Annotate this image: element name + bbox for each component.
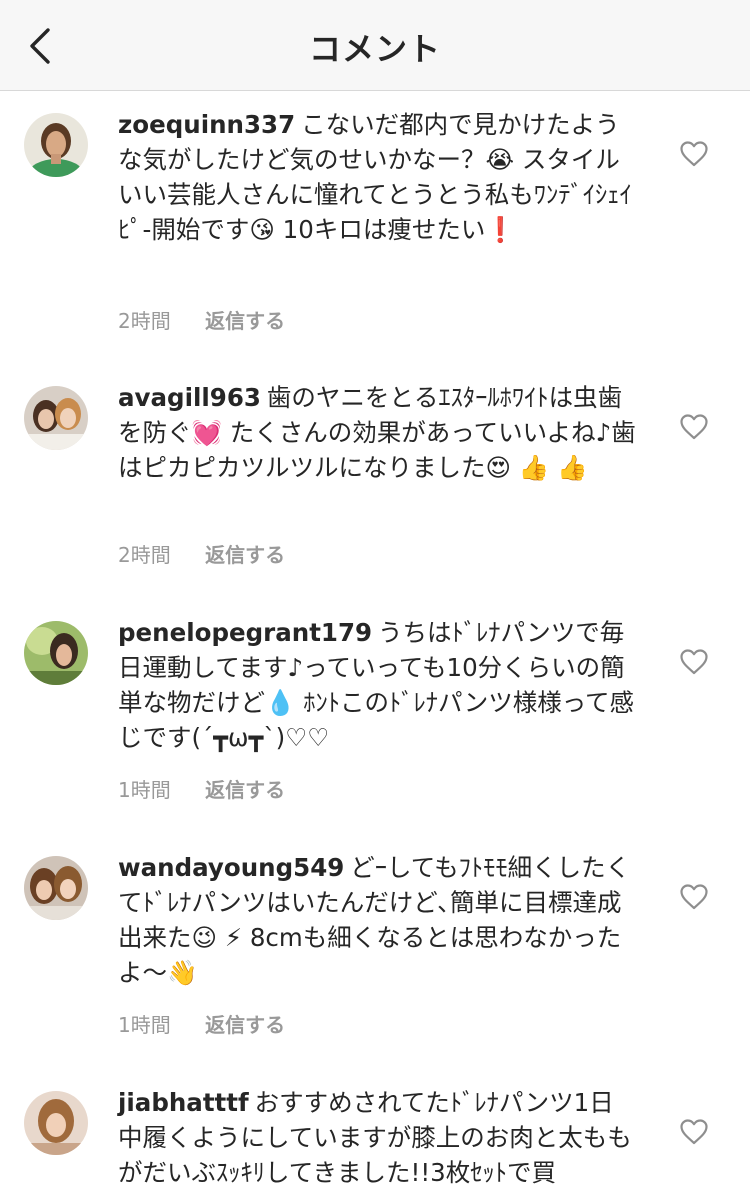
comment-item: zoequinn337 こないだ都内で見かけたような気がしたけど気のせいかなー？😭… [0, 91, 750, 351]
heart-icon[interactable] [680, 649, 708, 675]
comment-time: 2時間 [118, 543, 171, 567]
comment-meta: 1時間 返信する [118, 1009, 285, 1038]
comment-body: wandayoung549 どｰしてもﾌﾄﾓﾓ細くしたくてﾄﾞﾚﾅパンツはいたんだ… [118, 850, 638, 990]
comment-username[interactable]: zoequinn337 [118, 110, 295, 139]
comment-username[interactable]: jiabhatttf [118, 1088, 249, 1117]
avatar[interactable] [24, 856, 88, 920]
comment-body: jiabhatttf おすすめされてたﾄﾞﾚﾅパンツ1日中履くようにしていますが膝… [118, 1085, 638, 1187]
heart-icon[interactable] [680, 1119, 708, 1145]
reply-button[interactable]: 返信する [205, 774, 285, 803]
comment-username[interactable]: avagill963 [118, 383, 261, 412]
comment-time: 1時間 [118, 778, 171, 802]
comment-meta: 1時間 返信する [118, 774, 285, 803]
heart-icon[interactable] [680, 414, 708, 440]
comment-time: 2時間 [118, 309, 171, 333]
heart-icon[interactable] [680, 884, 708, 910]
comment-item: jiabhatttf おすすめされてたﾄﾞﾚﾅパンツ1日中履くようにしていますが膝… [0, 1069, 750, 1187]
comment-item: penelopegrant179 うちはﾄﾞﾚﾅパンツで毎日運動してます♪っていっ… [0, 599, 750, 821]
comment-body: zoequinn337 こないだ都内で見かけたような気がしたけど気のせいかなー？😭… [118, 107, 638, 247]
reply-button[interactable]: 返信する [205, 539, 285, 568]
comment-time: 1時間 [118, 1013, 171, 1037]
comment-body: penelopegrant179 うちはﾄﾞﾚﾅパンツで毎日運動してます♪っていっ… [118, 615, 638, 755]
avatar[interactable] [24, 386, 88, 450]
avatar[interactable] [24, 1091, 88, 1155]
page-title: コメント [308, 30, 441, 68]
reply-button[interactable]: 返信する [205, 305, 285, 334]
comment-meta: 2時間 返信する [118, 539, 285, 568]
avatar[interactable] [24, 113, 88, 177]
avatar[interactable] [24, 621, 88, 685]
comment-item: wandayoung549 どｰしてもﾌﾄﾓﾓ細くしたくてﾄﾞﾚﾅパンツはいたんだ… [0, 834, 750, 1056]
header-bar: コメント [0, 0, 750, 91]
comment-item: avagill963 歯のヤニをとるｴｽﾀｰﾙﾎﾜｲﾄは虫歯を防ぐ💓 たくさんの効… [0, 364, 750, 586]
comment-body: avagill963 歯のヤニをとるｴｽﾀｰﾙﾎﾜｲﾄは虫歯を防ぐ💓 たくさんの効… [118, 380, 638, 485]
comment-username[interactable]: penelopegrant179 [118, 618, 372, 647]
heart-icon[interactable] [680, 141, 708, 167]
reply-button[interactable]: 返信する [205, 1009, 285, 1038]
comment-meta: 2時間 返信する [118, 305, 285, 334]
comment-username[interactable]: wandayoung549 [118, 853, 344, 882]
